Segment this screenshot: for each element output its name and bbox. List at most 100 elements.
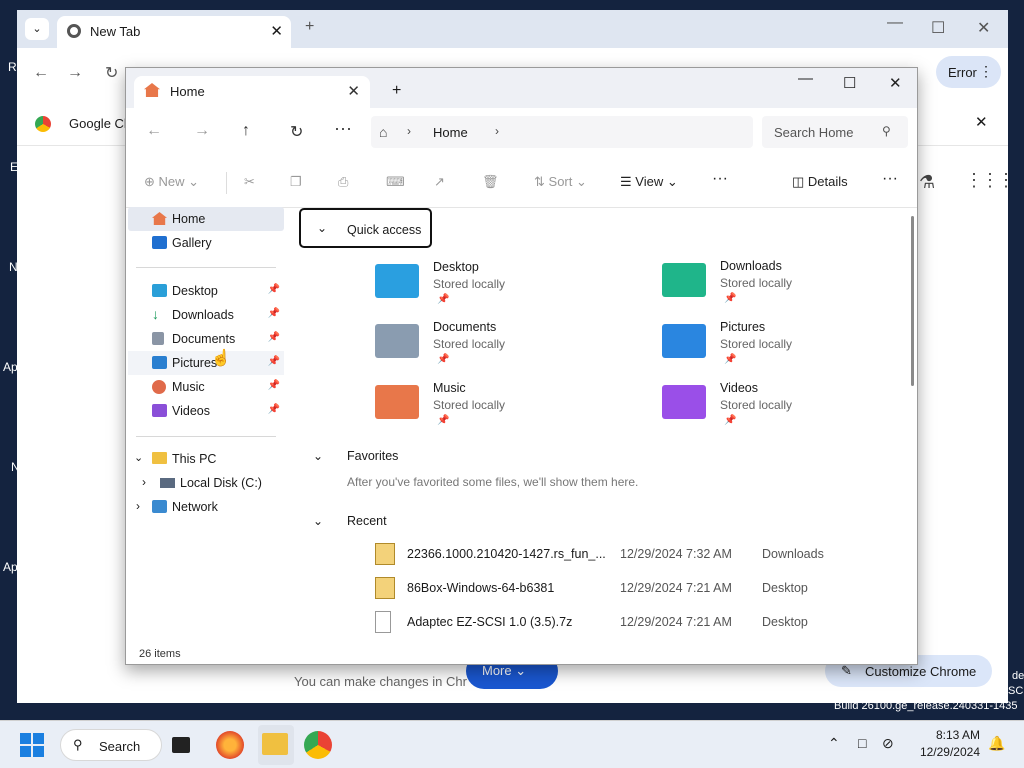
chevron-right-icon[interactable]: › bbox=[136, 499, 140, 513]
explorer-tab[interactable]: Home ✕ bbox=[134, 76, 370, 108]
task-view-icon[interactable] bbox=[172, 737, 190, 753]
new-label: New bbox=[158, 174, 185, 189]
up-icon[interactable]: ↑ bbox=[242, 122, 250, 140]
forward-icon[interactable]: → bbox=[194, 122, 210, 140]
pictures-icon bbox=[152, 356, 167, 369]
item-status: Stored locally bbox=[433, 337, 506, 351]
start-icon[interactable] bbox=[20, 733, 44, 757]
breadcrumb-home[interactable]: Home bbox=[433, 125, 468, 140]
sidebar-item-network[interactable]: › Network bbox=[128, 495, 284, 519]
quick-access-header[interactable]: ⌄ Quick access bbox=[299, 208, 432, 248]
sidebar-item-label: Local Disk (C:) bbox=[180, 476, 262, 490]
see-more-icon[interactable]: ··· bbox=[712, 170, 728, 188]
sidebar-item-local-disk[interactable]: › Local Disk (C:) bbox=[128, 471, 284, 495]
clock-date[interactable]: 12/29/2024 bbox=[905, 745, 980, 759]
quick-access-item-desktop[interactable]: Desktop Stored locally 📌 bbox=[375, 260, 635, 316]
recent-row[interactable]: 86Box-Windows-64-b6381 12/29/2024 7:21 A… bbox=[375, 575, 895, 605]
quick-access-item-documents[interactable]: Documents Stored locally 📌 bbox=[375, 320, 635, 376]
close-tab-icon[interactable]: ✕ bbox=[270, 22, 283, 40]
clock-time[interactable]: 8:13 AM bbox=[918, 728, 980, 742]
quick-access-item-pictures[interactable]: Pictures Stored locally 📌 bbox=[662, 320, 922, 376]
show-hidden-icons-chevron-icon[interactable]: ⌃ bbox=[828, 735, 840, 752]
home-icon bbox=[144, 83, 160, 97]
customize-label: Customize Chrome bbox=[865, 664, 977, 679]
maximize-icon[interactable]: ☐ bbox=[931, 18, 945, 38]
close-icon[interactable]: ✕ bbox=[977, 18, 990, 38]
back-icon[interactable]: ← bbox=[146, 122, 162, 140]
chevron-right-icon[interactable]: › bbox=[142, 475, 146, 489]
home-outline-icon: ⌂ bbox=[379, 124, 388, 140]
search-box[interactable]: Search Home ⚲ bbox=[762, 116, 908, 148]
minimize-icon[interactable]: — bbox=[887, 14, 903, 32]
view-icon: ☰ bbox=[620, 174, 632, 189]
maximize-icon[interactable]: ☐ bbox=[843, 74, 856, 92]
recent-header[interactable]: ⌄ Recent bbox=[303, 514, 503, 530]
new-tab-icon[interactable]: + bbox=[305, 18, 314, 36]
home-icon bbox=[152, 212, 167, 225]
item-count: 26 items bbox=[139, 648, 181, 660]
paste-icon[interactable]: ⎙ bbox=[338, 174, 348, 190]
sidebar-item-home[interactable]: Home bbox=[128, 207, 284, 231]
delete-icon[interactable]: 🗑 bbox=[482, 174, 499, 190]
more-nav-icon[interactable]: ··· bbox=[334, 118, 352, 139]
rename-icon[interactable]: ⌨ bbox=[386, 174, 405, 190]
sidebar-item-this-pc[interactable]: ⌄ This PC bbox=[128, 447, 284, 471]
file-explorer-icon[interactable] bbox=[262, 733, 288, 755]
tab-search-chevron-icon[interactable]: ⌄ bbox=[25, 18, 49, 40]
sidebar-item-documents[interactable]: Documents 📌 bbox=[128, 327, 284, 351]
share-icon[interactable]: ↗ bbox=[434, 174, 445, 190]
recent-row[interactable]: Adaptec EZ-SCSI 1.0 (3.5).7z 12/29/2024 … bbox=[375, 609, 895, 639]
quick-access-item-music[interactable]: Music Stored locally 📌 bbox=[375, 381, 635, 437]
quick-access-item-downloads[interactable]: Downloads Stored locally 📌 bbox=[662, 259, 922, 315]
close-window-icon[interactable]: ✕ bbox=[889, 74, 902, 92]
more-options-icon[interactable]: ⋮ bbox=[979, 63, 993, 80]
chevron-down-icon[interactable]: ⌄ bbox=[134, 451, 143, 464]
sort-button[interactable]: ⇅ Sort ⌄ bbox=[534, 174, 587, 190]
sidebar-item-gallery[interactable]: Gallery bbox=[128, 231, 284, 255]
back-icon[interactable]: ← bbox=[33, 64, 49, 82]
breadcrumb-chevron-icon[interactable]: › bbox=[495, 124, 499, 138]
recent-file-name: 86Box-Windows-64-b6381 bbox=[407, 581, 555, 595]
favorites-header[interactable]: ⌄ Favorites bbox=[303, 449, 503, 465]
new-button[interactable]: ⊕ New ⌄ bbox=[144, 174, 199, 190]
new-tab-icon[interactable]: + bbox=[392, 82, 401, 100]
sort-label: Sort bbox=[548, 174, 573, 189]
view-button[interactable]: ☰ View ⌄ bbox=[620, 174, 678, 190]
copy-icon[interactable]: ❐ bbox=[290, 174, 302, 190]
search-placeholder: Search Home bbox=[774, 125, 854, 140]
item-name: Documents bbox=[433, 320, 497, 334]
quick-access-item-videos[interactable]: Videos Stored locally 📌 bbox=[662, 381, 922, 437]
sidebar-item-pictures[interactable]: Pictures 📌 bbox=[128, 351, 284, 375]
desktop-folder-icon bbox=[375, 264, 419, 298]
sidebar-item-downloads[interactable]: ↓ Downloads 📌 bbox=[128, 303, 284, 327]
chrome-icon[interactable] bbox=[304, 731, 332, 759]
volume-muted-icon[interactable]: ⊘ bbox=[882, 735, 894, 752]
firefox-icon[interactable] bbox=[216, 731, 244, 759]
address-bar[interactable]: ⌂ › Home › bbox=[371, 116, 753, 148]
taskbar-search[interactable]: ⚲ Search bbox=[60, 729, 162, 761]
recent-file-location: Desktop bbox=[762, 581, 808, 595]
bookmark-label[interactable]: Google Ch bbox=[69, 116, 131, 131]
apps-grid-icon[interactable]: ⋮⋮⋮ bbox=[965, 170, 1015, 191]
chrome-tab-strip: ⌄ New Tab ✕ + — ☐ ✕ bbox=[17, 10, 1008, 48]
close-tab-icon[interactable]: ✕ bbox=[347, 82, 360, 100]
minimize-icon[interactable]: — bbox=[798, 70, 813, 87]
layout-more-icon[interactable]: ··· bbox=[882, 170, 898, 188]
notification-bell-icon[interactable]: 🔔 bbox=[988, 735, 1005, 752]
sidebar-item-videos[interactable]: Videos 📌 bbox=[128, 399, 284, 423]
chrome-tab[interactable]: New Tab ✕ bbox=[57, 16, 291, 48]
labs-icon[interactable]: ⚗ bbox=[919, 172, 935, 193]
cut-icon[interactable]: ✂ bbox=[244, 174, 255, 190]
close-banner-icon[interactable]: ✕ bbox=[975, 113, 988, 131]
reload-icon[interactable]: ↻ bbox=[105, 63, 118, 83]
refresh-icon[interactable]: ↻ bbox=[290, 122, 303, 142]
taskbar: ⚲ Search ⌃ □ ⊘ 8:13 AM 12/29/2024 🔔 bbox=[0, 720, 1024, 768]
sidebar-item-music[interactable]: Music 📌 bbox=[128, 375, 284, 399]
network-status-icon[interactable]: □ bbox=[858, 735, 866, 751]
recent-row[interactable]: 22366.1000.210420-1427.rs_fun_... 12/29/… bbox=[375, 541, 895, 571]
forward-icon[interactable]: → bbox=[67, 64, 83, 82]
profile-error-button[interactable]: Error ⋮ bbox=[936, 56, 1001, 88]
details-button[interactable]: ◫ Details bbox=[792, 174, 848, 190]
sidebar-item-desktop[interactable]: Desktop 📌 bbox=[128, 279, 284, 303]
pin-icon: 📌 bbox=[267, 356, 280, 367]
